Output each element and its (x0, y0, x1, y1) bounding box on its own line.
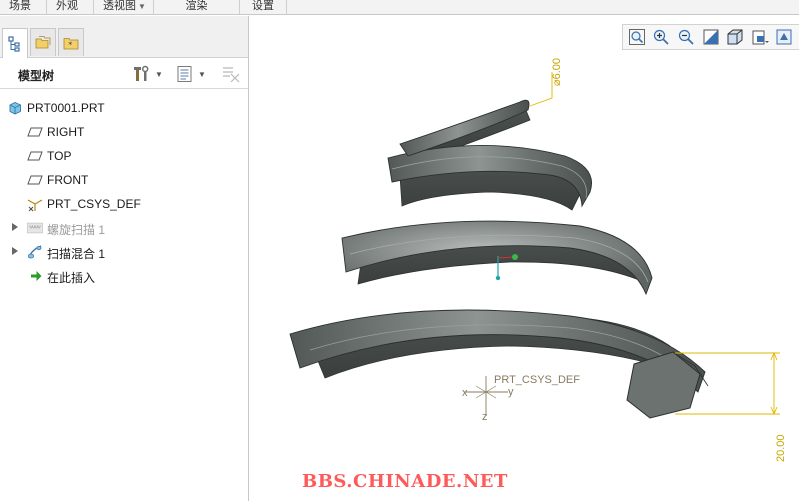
tree-item-datum-plane[interactable]: RIGHT (0, 120, 248, 144)
menu-tab-perspective[interactable]: 透视图 ▼ (94, 0, 154, 15)
chevron-down-icon: ▼ (198, 69, 206, 79)
graphics-viewport[interactable]: ⌀6.00 20.00 PRT_CSYS_DEF y x z BBS.CHINA… (250, 16, 799, 501)
watermark-text: BBS.CHINADE.NET (302, 471, 508, 492)
menu-tab-label: 场景 (9, 0, 31, 12)
model-tree-header: 模型树 ▼ ▼ (0, 59, 248, 89)
tree-item-label: PRT_CSYS_DEF (47, 197, 141, 211)
tab-favorites[interactable]: * (58, 28, 84, 56)
csys-z-label: z (482, 411, 488, 423)
expand-arrow-icon[interactable] (12, 223, 18, 231)
model-scene: ⌀6.00 20.00 PRT_CSYS_DEF y x z (289, 58, 787, 462)
list-icon (177, 66, 192, 82)
filter-icon (223, 67, 240, 83)
swept-blend-icon (27, 244, 43, 260)
dimension-height-text: 20.00 (775, 434, 787, 462)
conical-spring-model[interactable] (289, 99, 709, 419)
menu-tab-label: 设置 (252, 0, 274, 12)
tree-item-label: RIGHT (47, 125, 85, 139)
tab-model-tree[interactable] (2, 28, 28, 58)
tree-item-csys[interactable]: PRT_CSYS_DEF (0, 192, 248, 216)
tree-item-insert-here[interactable]: 在此插入 (0, 264, 248, 288)
tree-item-helical-sweep[interactable]: 螺旋扫描 1 (0, 216, 248, 240)
favorites-folder-icon: * (63, 37, 79, 49)
tree-show-button[interactable]: ▼ (176, 64, 206, 84)
dimension-diameter-text: ⌀6.00 (551, 58, 563, 86)
svg-text:*: * (68, 40, 72, 49)
datum-plane-icon (27, 148, 43, 164)
menu-tab-label: 外观 (56, 0, 78, 12)
folders-icon (35, 35, 51, 48)
tools-icon (134, 65, 149, 81)
coordinate-system-icon (27, 196, 43, 212)
datum-plane-icon (27, 124, 43, 140)
insert-arrow-icon (28, 268, 44, 284)
diameter-dimension[interactable]: ⌀6.00 (529, 58, 563, 107)
tree-item-swept-blend[interactable]: 扫描混合 1 (0, 240, 248, 264)
panel-title: 模型树 (18, 69, 55, 83)
menu-bar: 场景 外观 透视图 ▼ 渲染 设置 (0, 0, 799, 15)
csys-marker[interactable]: PRT_CSYS_DEF y x z (462, 374, 580, 423)
menu-tab-scene[interactable]: 场景 (0, 0, 47, 15)
menu-tab-settings[interactable]: 设置 (240, 0, 287, 15)
menu-tab-render[interactable]: 渲染 (154, 0, 240, 15)
chevron-down-icon: ▼ (138, 2, 146, 11)
datum-plane-icon (27, 172, 43, 188)
tree-item-label: PRT0001.PRT (27, 101, 105, 115)
tree-settings-button[interactable]: ▼ (133, 64, 163, 84)
part-icon (7, 100, 23, 116)
menu-tab-label: 透视图 (103, 0, 136, 12)
helical-sweep-icon (27, 220, 43, 236)
chevron-down-icon: ▼ (155, 69, 163, 79)
tree-item-label: TOP (47, 149, 72, 163)
tree-item-datum-plane[interactable]: FRONT (0, 168, 248, 192)
menu-tab-appearance[interactable]: 外观 (47, 0, 94, 15)
tree-item-label: 在此插入 (47, 271, 96, 285)
cad-window: 场景 外观 透视图 ▼ 渲染 设置 * 模型树 ▼ ▼ PRT0001.PRT … (0, 0, 799, 501)
menu-tab-label: 渲染 (185, 0, 208, 12)
tree-item-label: FRONT (47, 173, 89, 187)
csys-y-label: y (508, 386, 514, 398)
tree-item-label: 螺旋扫描 1 (47, 223, 106, 237)
model-tree: PRT0001.PRT RIGHT TOP FRONT PRT_CSYS_DEF… (0, 96, 248, 288)
expand-arrow-icon[interactable] (12, 247, 18, 255)
tree-item-part[interactable]: PRT0001.PRT (0, 96, 248, 120)
tree-item-label: 扫描混合 1 (47, 247, 106, 261)
csys-label: PRT_CSYS_DEF (494, 374, 580, 386)
tree-filter-button[interactable] (221, 64, 241, 84)
tab-folder-browser[interactable] (30, 28, 56, 56)
tree-structure-icon (8, 35, 20, 52)
tree-item-datum-plane[interactable]: TOP (0, 144, 248, 168)
model-tree-panel: * 模型树 ▼ ▼ PRT0001.PRT RIGHT TOP FRONT PR… (0, 16, 249, 501)
panel-tab-strip: * (0, 16, 248, 58)
csys-x-label: x (462, 387, 468, 399)
